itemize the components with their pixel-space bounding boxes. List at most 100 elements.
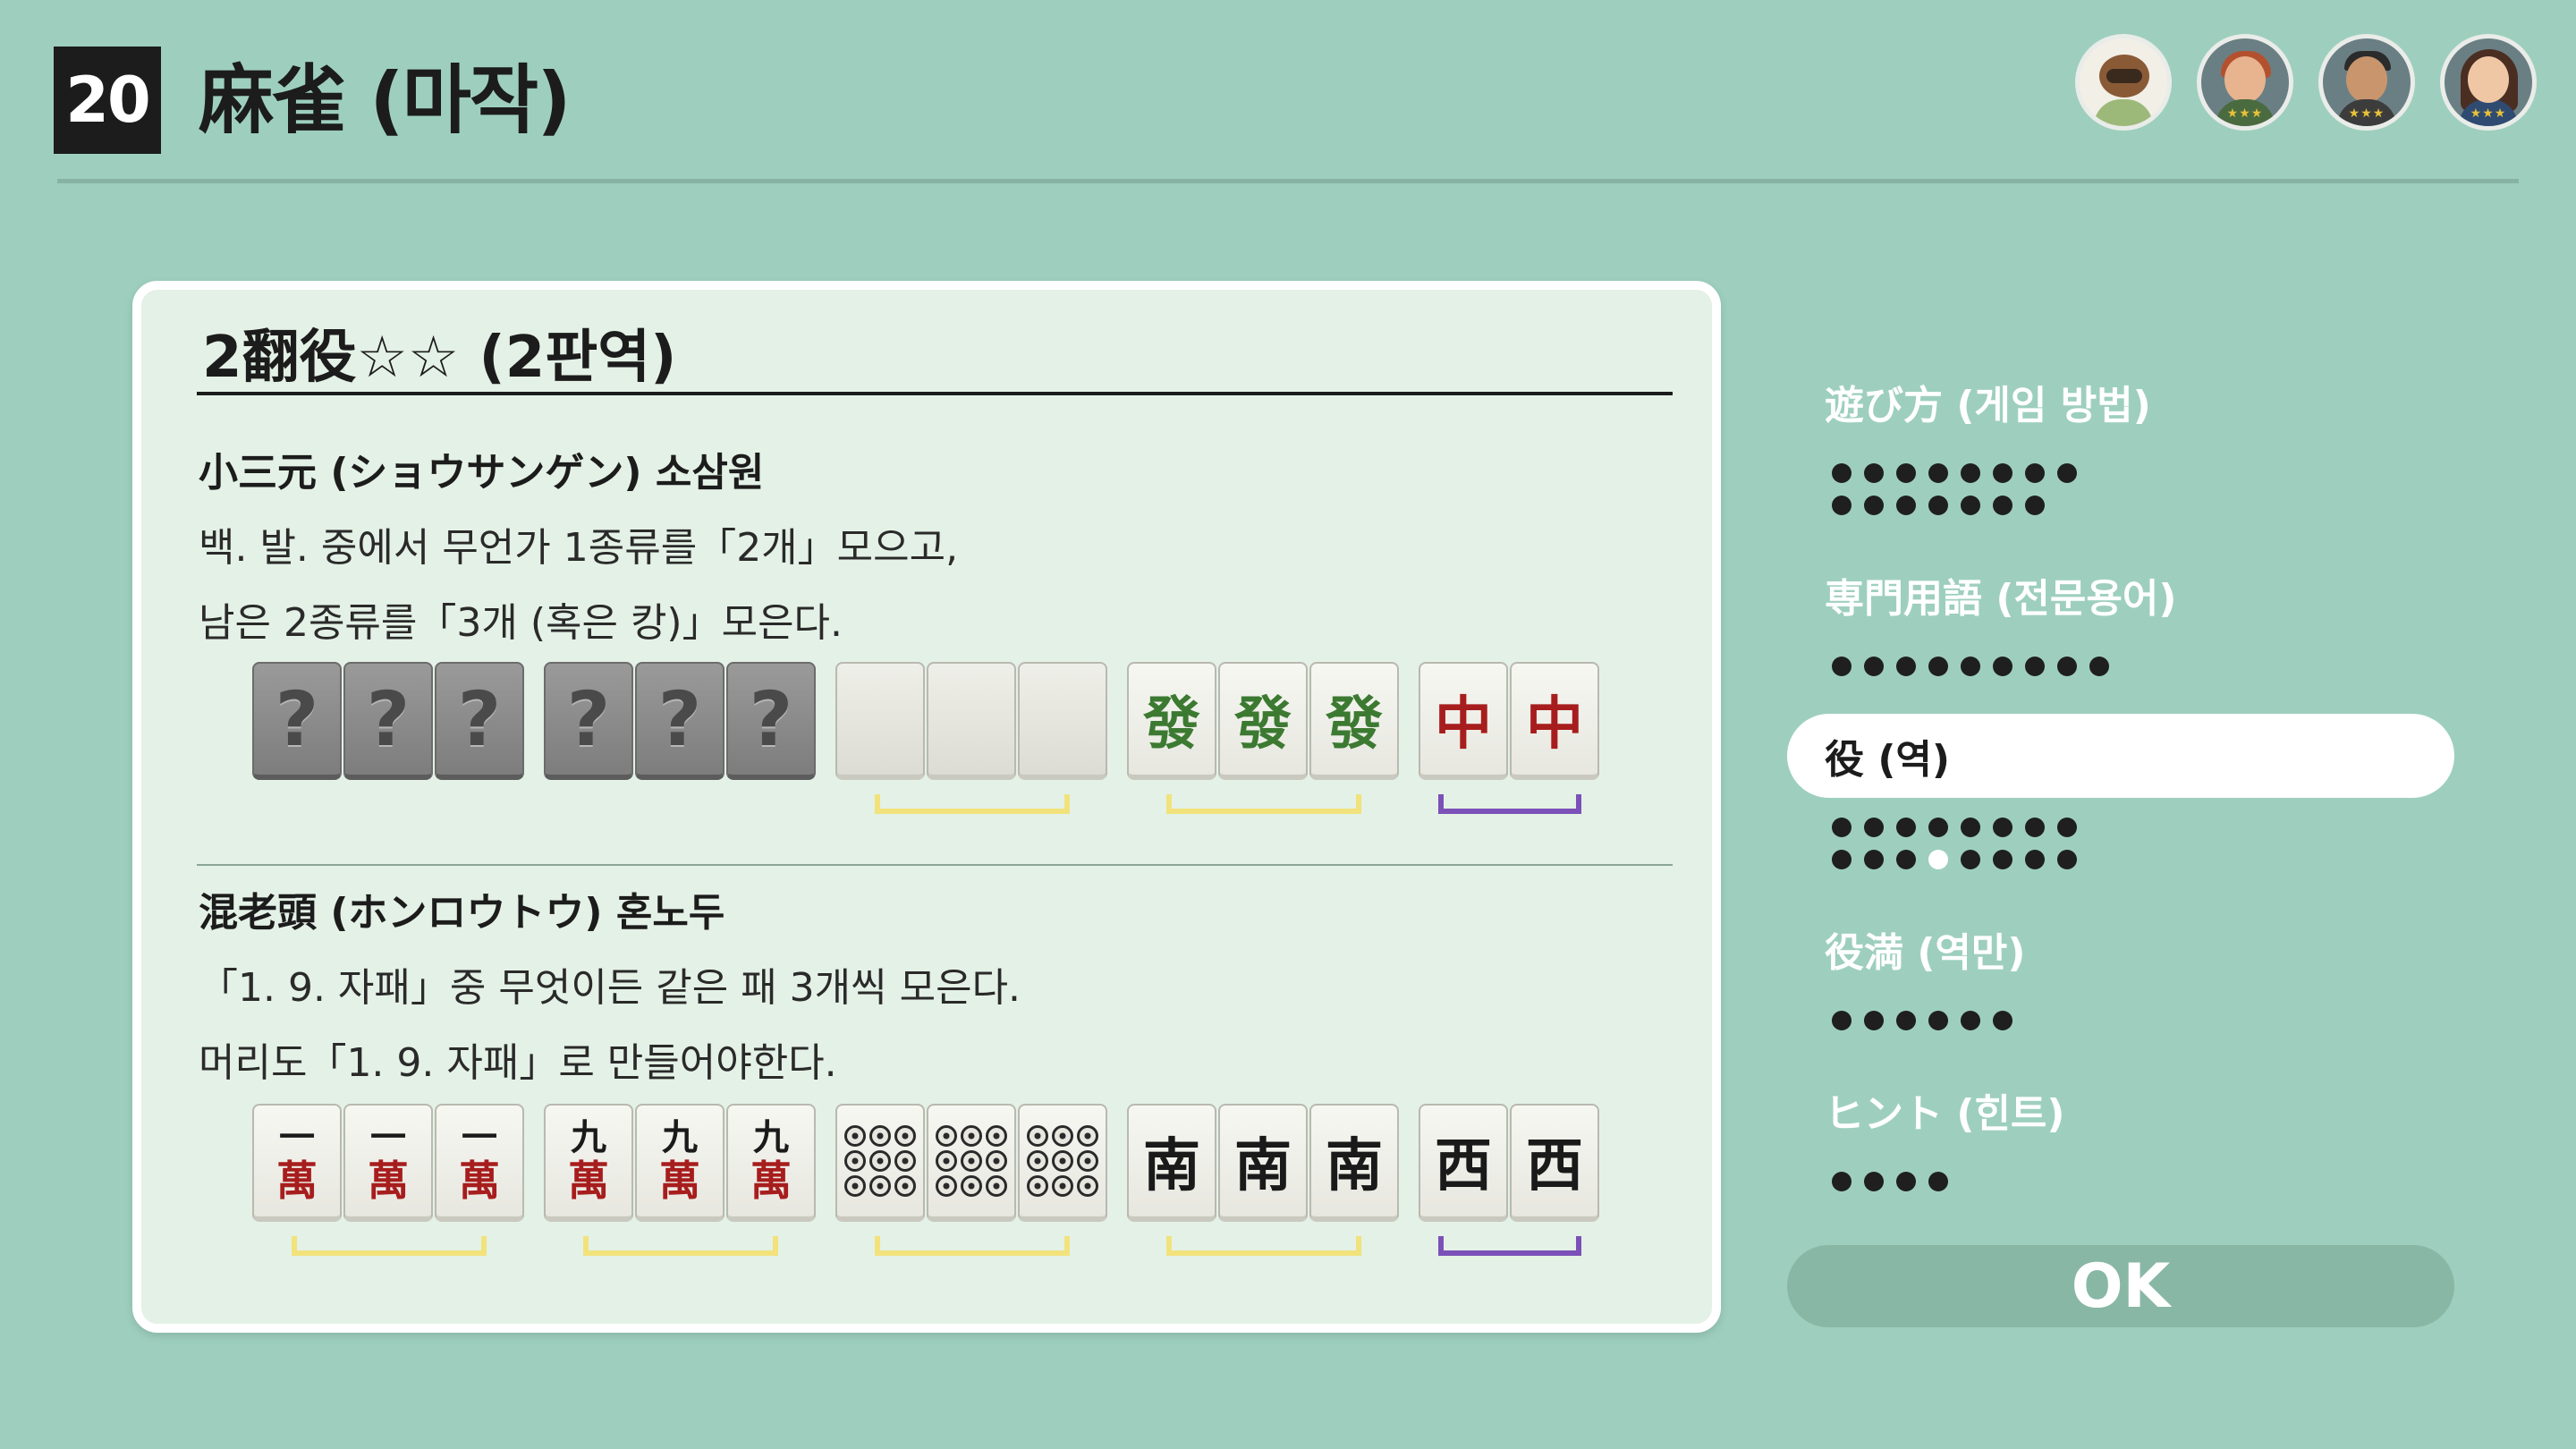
- tile-glyph: 發: [1143, 691, 1200, 758]
- page-dot: [1864, 496, 1884, 515]
- page-dot: [1832, 657, 1852, 676]
- tile-group: [835, 662, 1109, 814]
- set-bracket: [583, 1236, 778, 1256]
- set-bracket: [875, 794, 1070, 814]
- man-tile: 一萬: [343, 1104, 433, 1222]
- tile-glyph: 中: [1526, 691, 1583, 758]
- page-dot: [1864, 818, 1884, 837]
- pin-circle-icon: [1077, 1125, 1098, 1147]
- white-dragon-tile: [835, 662, 925, 780]
- man-tile: 九萬: [726, 1104, 816, 1222]
- tile-group: ???: [252, 662, 526, 780]
- page-dot: [1864, 657, 1884, 676]
- page-dot: [2025, 657, 2045, 676]
- page-dot: [1961, 463, 1980, 483]
- pin-circle-icon: [1027, 1125, 1048, 1147]
- tile-suit: 萬: [568, 1157, 609, 1205]
- honor-tile: 中: [1419, 662, 1508, 780]
- avatar-dark-hair[interactable]: ★★★: [2318, 34, 2415, 131]
- tile-group: 西西: [1419, 1104, 1601, 1256]
- set-bracket: [1166, 1236, 1361, 1256]
- section-divider: [197, 864, 1673, 866]
- yaku-description-line: 머리도「1. 9. 자패」로 만들어야한다.: [199, 1040, 837, 1086]
- pin-circle-icon: [894, 1175, 916, 1197]
- pin-circle-icon: [869, 1175, 891, 1197]
- page-dot: [1928, 1011, 1948, 1030]
- avatar-red-hair[interactable]: ★★★: [2197, 34, 2293, 131]
- page-dot: [1832, 463, 1852, 483]
- page-dot: [1993, 657, 2012, 676]
- pin-circle-icon: [986, 1125, 1007, 1147]
- tile-suit: 萬: [459, 1157, 500, 1205]
- menu-item-yaku[interactable]: 役 (역): [1787, 714, 2454, 798]
- panel-title: 2翻役☆☆ (2판역): [202, 325, 677, 391]
- player-avatars: ★★★ ★★★ ★★★: [2075, 34, 2537, 131]
- tile-number: 一: [370, 1116, 406, 1158]
- page-dot: [1832, 1011, 1852, 1030]
- pin-circles: [1027, 1125, 1098, 1197]
- avatar-raccoon[interactable]: [2075, 34, 2172, 131]
- set-bracket: [1166, 794, 1361, 814]
- tile-glyph: 西: [1435, 1132, 1492, 1199]
- pin-circle-icon: [1052, 1175, 1073, 1197]
- rank-stars: ★★★: [2348, 106, 2385, 121]
- page-dot: [1832, 850, 1852, 869]
- page-dot: [1896, 657, 1916, 676]
- tile-suit: 萬: [276, 1157, 318, 1205]
- yaku-name: 混老頭 (ホンロウトウ) 혼노두: [199, 890, 725, 936]
- pin-circles: [936, 1125, 1007, 1197]
- avatar-glasses[interactable]: ★★★: [2440, 34, 2537, 131]
- pin-circle-icon: [986, 1175, 1007, 1197]
- page-dot: [2025, 818, 2045, 837]
- man-tile: 九萬: [635, 1104, 724, 1222]
- title-underline: [197, 392, 1673, 395]
- yaku-description-line: 「1. 9. 자패」중 무엇이든 같은 패 3개씩 모은다.: [199, 965, 1021, 1011]
- page-dot: [1993, 496, 2012, 515]
- tile-suit: 萬: [659, 1157, 700, 1205]
- man-tile: 一萬: [252, 1104, 342, 1222]
- page-dot: [1832, 818, 1852, 837]
- pin-circle-icon: [961, 1125, 982, 1147]
- honor-tile: 中: [1510, 662, 1599, 780]
- honor-tile: 發: [1218, 662, 1308, 780]
- game-title: 麻雀 (마작): [199, 56, 572, 144]
- rules-panel: 2翻役☆☆ (2판역) 小三元 (ショウサンゲン) 소삼원 백. 발. 중에서 …: [132, 281, 1721, 1333]
- pin-circle-icon: [1052, 1125, 1073, 1147]
- tile-glyph: 南: [1234, 1132, 1292, 1199]
- pin-circle-icon: [1077, 1150, 1098, 1172]
- page-dot: [2025, 496, 2045, 515]
- tile-number: 一: [279, 1116, 315, 1158]
- hidden-tile: ?: [252, 662, 342, 780]
- page-dot: [1961, 850, 1980, 869]
- tile-example-row: 一萬一萬一萬九萬九萬九萬南南南西西: [252, 1104, 1619, 1256]
- rank-stars: ★★★: [2226, 106, 2264, 121]
- set-bracket: [292, 1236, 487, 1256]
- header-divider: [57, 179, 2519, 183]
- page-dot: [1832, 1172, 1852, 1191]
- pin-circle-icon: [986, 1150, 1007, 1172]
- ok-button[interactable]: OK: [1787, 1245, 2454, 1327]
- page-dot: [1961, 496, 1980, 515]
- page-dot: [1993, 463, 2012, 483]
- hidden-tile: ?: [726, 662, 816, 780]
- menu-item-how-to-play[interactable]: 遊び方 (게임 방법): [1787, 360, 2454, 444]
- hidden-tile: ?: [635, 662, 724, 780]
- pin-circle-icon: [1027, 1175, 1048, 1197]
- page-dot: [2057, 463, 2077, 483]
- menu-item-glossary[interactable]: 専門用語 (전문용어): [1787, 553, 2454, 637]
- menu-item-hints[interactable]: ヒント (힌트): [1787, 1068, 2454, 1152]
- page-dot: [1896, 496, 1916, 515]
- pin-circle-icon: [936, 1125, 957, 1147]
- page-dot: [1928, 1172, 1948, 1191]
- honor-tile: 西: [1510, 1104, 1599, 1222]
- page-dot: [2025, 850, 2045, 869]
- rank-stars: ★★★: [2470, 106, 2507, 121]
- page-dot: [2089, 657, 2109, 676]
- page-dot: [2057, 850, 2077, 869]
- yaku-name: 小三元 (ショウサンゲン) 소삼원: [199, 450, 765, 496]
- tile-example-row: ?????? 發發發中中: [252, 662, 1619, 814]
- page-dot: [1993, 850, 2012, 869]
- page-dot: [1993, 818, 2012, 837]
- menu-item-yakuman[interactable]: 役満 (역만): [1787, 907, 2454, 991]
- page-dot: [1961, 1011, 1980, 1030]
